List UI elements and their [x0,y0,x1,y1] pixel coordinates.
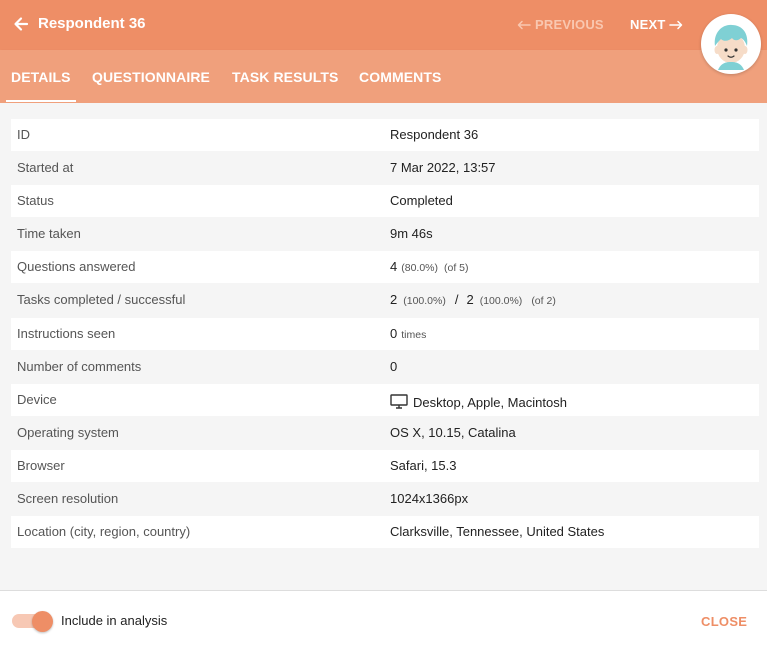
tasks-completed: 2 [390,292,398,307]
row-label: Time taken [17,226,81,241]
toggle-thumb [32,611,53,632]
tab-details[interactable]: DETAILS [11,69,71,85]
device-value: Desktop, Apple, Macintosh [413,395,567,410]
previous-label: PREVIOUS [535,17,604,32]
row-label: Browser [17,458,65,473]
details-row-comments: Number of comments 0 [11,351,759,383]
details-row-started-at: Started at 7 Mar 2022, 13:57 [11,152,759,184]
row-value: Completed [390,193,453,208]
details-row-status: Status Completed [11,185,759,217]
questions-of: (of 5) [444,262,469,274]
row-value: Respondent 36 [390,127,479,142]
row-value: 2 (100.0%) / 2 (100.0%) (of 2) [390,292,556,307]
desktop-monitor-icon [390,394,408,409]
arrow-right-icon [669,20,683,29]
row-label: Device [17,392,57,407]
row-value: 4 (80.0%) (of 5) [390,259,469,274]
row-value: OS X, 10.15, Catalina [390,425,516,440]
active-tab-indicator [6,100,76,102]
details-row-tasks: Tasks completed / successful 2 (100.0%) … [11,284,759,316]
next-button[interactable]: NEXT [630,17,683,32]
instructions-unit: times [401,329,427,341]
next-label: NEXT [630,17,666,32]
row-value: Desktop, Apple, Macintosh [390,392,567,410]
row-label: Operating system [17,425,119,440]
row-label: Tasks completed / successful [17,292,186,307]
details-panel: ID Respondent 36 Started at 7 Mar 2022, … [0,103,767,590]
tab-bar: DETAILS QUESTIONNAIRE TASK RESULTS COMME… [0,50,767,103]
row-value: Safari, 15.3 [390,458,457,473]
tasks-separator: / [454,292,459,307]
row-label: Number of comments [17,359,142,374]
previous-button[interactable]: PREVIOUS [517,17,604,32]
avatar [701,14,761,74]
dialog-footer: Include in analysis CLOSE [0,590,767,646]
tab-comments[interactable]: COMMENTS [359,69,441,85]
row-value: 9m 46s [390,226,433,241]
tasks-completed-percent: (100.0%) [403,295,446,307]
details-row-location: Location (city, region, country) Clarksv… [11,516,759,548]
page-title: Respondent 36 [38,15,146,32]
dialog-header: Respondent 36 PREVIOUS NEXT [0,0,767,50]
row-label: ID [17,127,30,142]
questions-count: 4 [390,259,398,274]
details-row-device: Device Desktop, Apple, Macintosh [11,384,759,416]
respondent-avatar-icon [707,20,755,70]
tasks-of: (of 2) [531,295,556,307]
details-row-browser: Browser Safari, 15.3 [11,450,759,482]
questions-percent: (80.0%) [401,262,438,274]
details-row-time-taken: Time taken 9m 46s [11,218,759,250]
row-value: 7 Mar 2022, 13:57 [390,160,496,175]
arrow-left-icon [517,20,531,29]
details-row-screen-resolution: Screen resolution 1024x1366px [11,483,759,515]
include-in-analysis-label: Include in analysis [61,613,168,628]
close-button[interactable]: CLOSE [701,614,747,629]
row-value: 0 [390,359,398,374]
row-label: Screen resolution [17,491,119,506]
include-in-analysis-toggle[interactable] [12,611,54,632]
row-value: 1024x1366px [390,491,469,506]
row-value: Clarksville, Tennessee, United States [390,524,605,539]
row-label: Location (city, region, country) [17,524,191,539]
row-label: Started at [17,160,74,175]
row-value: 0 times [390,326,426,341]
details-row-id: ID Respondent 36 [11,119,759,151]
tab-task-results[interactable]: TASK RESULTS [232,69,338,85]
tasks-successful-percent: (100.0%) [479,295,523,307]
row-label: Instructions seen [17,326,116,341]
tab-questionnaire[interactable]: QUESTIONNAIRE [92,69,210,85]
row-label: Questions answered [17,259,136,274]
details-row-questions-answered: Questions answered 4 (80.0%) (of 5) [11,251,759,283]
arrow-left-icon[interactable] [11,14,31,34]
tasks-successful: 2 [466,292,474,307]
details-row-instructions-seen: Instructions seen 0 times [11,318,759,350]
details-row-operating-system: Operating system OS X, 10.15, Catalina [11,417,759,449]
row-label: Status [17,193,54,208]
instructions-count: 0 [390,326,398,341]
